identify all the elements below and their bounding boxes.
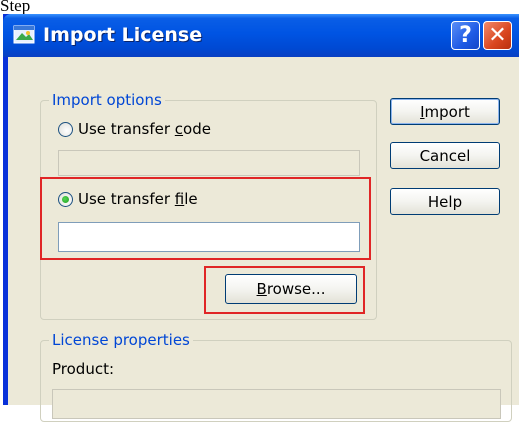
help-title-button[interactable]: ? xyxy=(451,21,480,50)
product-label: Product: xyxy=(52,360,115,378)
product-field[interactable] xyxy=(52,389,501,419)
title-bar[interactable]: Import License ? ✕ xyxy=(3,14,519,57)
step-caption: Step xyxy=(0,0,31,15)
cancel-label: Cancel xyxy=(419,146,471,165)
dialog-body: Import options Use transfer code Use tra… xyxy=(8,57,519,422)
transfer-code-field[interactable] xyxy=(58,150,360,176)
close-icon: ✕ xyxy=(488,23,507,48)
license-properties-group: License properties Product: xyxy=(40,330,512,422)
close-button[interactable]: ✕ xyxy=(483,21,512,50)
window-title: Import License xyxy=(43,24,203,46)
browse-highlight xyxy=(204,266,365,314)
license-app-icon xyxy=(13,25,35,44)
transfer-file-highlight xyxy=(40,177,371,260)
import-options-legend: Import options xyxy=(49,90,165,110)
license-properties-legend: License properties xyxy=(49,330,193,350)
help-label: Help xyxy=(427,192,463,211)
use-transfer-code-label: Use transfer code xyxy=(78,120,211,138)
radio-unchecked-icon xyxy=(58,121,73,137)
import-button[interactable]: Import xyxy=(390,98,500,125)
cancel-button[interactable]: Cancel xyxy=(390,142,500,169)
use-transfer-code-radio[interactable]: Use transfer code xyxy=(58,120,211,138)
question-icon: ? xyxy=(459,23,472,48)
import-label: Import xyxy=(420,102,470,121)
import-license-dialog: Import License ? ✕ Import options Use tr… xyxy=(3,14,519,422)
help-button[interactable]: Help xyxy=(390,188,500,215)
